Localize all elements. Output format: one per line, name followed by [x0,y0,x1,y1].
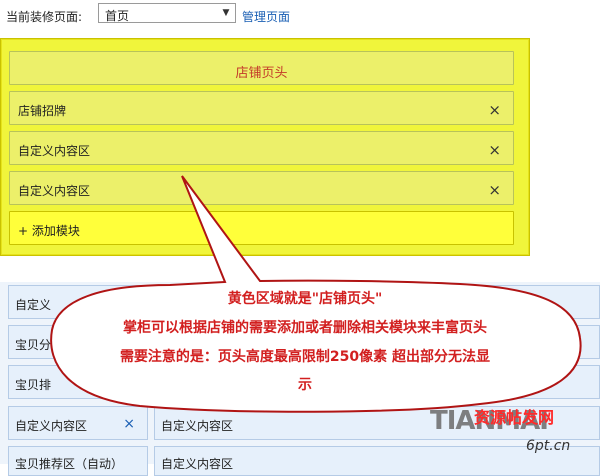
callout-line: 掌柜可以根据店铺的需要添加或者删除相关模块来丰富页头 [123,320,487,336]
add-module-button[interactable]: + 添加模块 [9,211,514,245]
body-module-label: 自定义内容区 [15,419,88,433]
page-select-value: 首页 [105,9,130,23]
store-header-area: 店铺页头 店铺招牌 × 自定义内容区 × 自定义内容区 × + 添加模块 [0,38,530,256]
add-module-label: + 添加模块 [18,224,80,238]
page-selector-bar: 当前装修页面: 首页 ▼ 管理页面 [0,0,600,34]
callout-line: 黄色区域就是"店铺页头" [227,291,383,307]
header-title-bar: 店铺页头 [9,51,514,85]
header-module-row[interactable]: 自定义内容区 × [9,131,514,165]
callout-line: 需要注意的是：页头高度最高限制250像素 超出部分无法显 [119,349,491,365]
header-module-label: 店铺招牌 [18,104,67,118]
close-icon[interactable]: × [488,141,501,159]
header-module-row[interactable]: 自定义内容区 × [9,171,514,205]
site-watermark: TIANMAI 资源帖发网 6pt.cn [430,402,600,464]
body-module-label: 自定义 [15,298,52,312]
manage-pages-link[interactable]: 管理页面 [242,8,290,25]
body-module-row[interactable]: 宝贝推荐区（自动） [8,446,148,476]
body-module-label: 自定义内容区 [161,419,234,433]
close-icon[interactable]: × [488,101,501,119]
close-icon[interactable]: × [488,181,501,199]
chevron-down-icon[interactable]: ▼ [220,7,232,19]
page-select-dropdown[interactable]: 首页 ▼ [98,3,236,23]
header-module-label: 自定义内容区 [18,144,91,158]
body-module-label: 宝贝排 [15,378,52,392]
callout-line: 示 [298,377,312,393]
header-module-label: 自定义内容区 [18,184,91,198]
watermark-cn: 资源帖发网 [474,408,555,427]
header-title: 店铺页头 [235,66,288,81]
watermark-url: 6pt.cn [526,438,571,454]
header-module-row[interactable]: 店铺招牌 × [9,91,514,125]
body-module-row[interactable]: 自定义内容区 × [8,406,148,440]
close-icon[interactable]: × [123,416,135,432]
current-page-label: 当前装修页面: [6,10,83,24]
body-module-label: 宝贝分 [15,338,52,352]
